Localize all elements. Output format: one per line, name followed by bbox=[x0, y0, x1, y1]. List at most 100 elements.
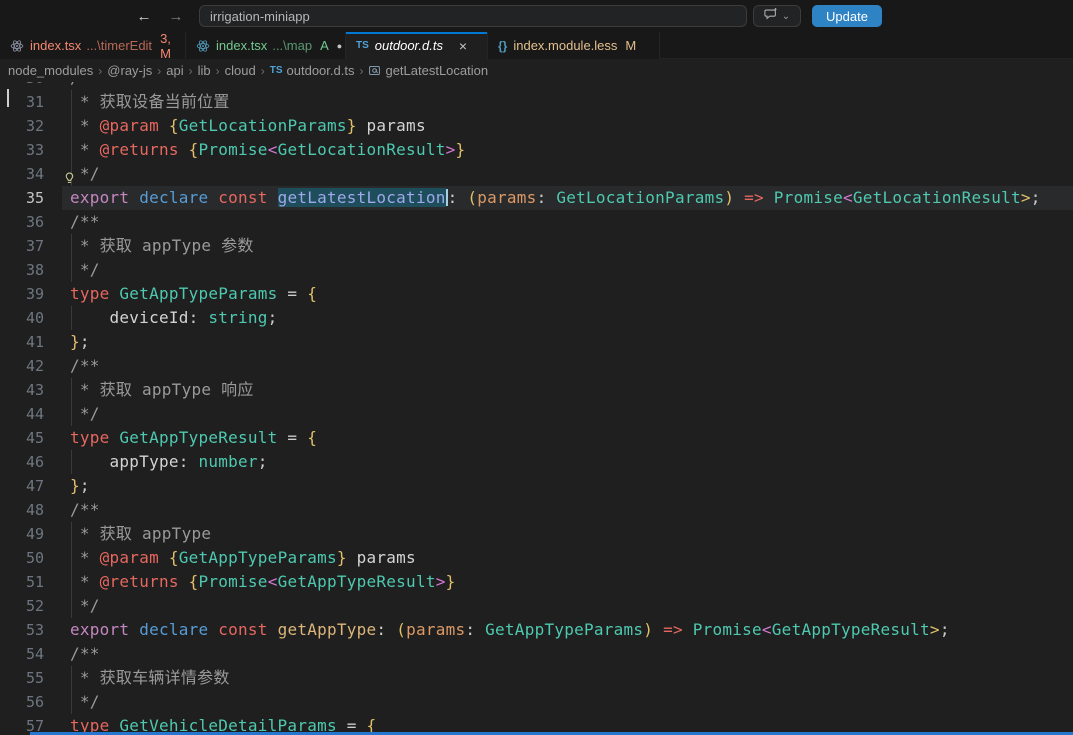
code-line[interactable]: 37 * 获取 appType 参数 bbox=[0, 234, 1073, 258]
code-line[interactable]: 47}; bbox=[0, 474, 1073, 498]
line-number[interactable]: 31 bbox=[0, 90, 44, 114]
code-text: /** bbox=[70, 642, 100, 666]
code-line[interactable]: 44 */ bbox=[0, 402, 1073, 426]
breadcrumb-item-node-modules[interactable]: node_modules bbox=[8, 63, 93, 78]
code-line[interactable]: 50 * @param {GetAppTypeParams} params bbox=[0, 546, 1073, 570]
code-text: * 获取设备当前位置 bbox=[70, 90, 230, 114]
code-text: }; bbox=[70, 330, 90, 354]
tab-detail: ...\timerEdit bbox=[86, 38, 152, 53]
line-number[interactable]: 38 bbox=[0, 258, 44, 282]
code-line[interactable]: 45 type GetAppTypeResult = { bbox=[0, 426, 1073, 450]
code-line[interactable]: 52 */ bbox=[0, 594, 1073, 618]
code-line[interactable]: 49 * 获取 appType bbox=[0, 522, 1073, 546]
breadcrumb-item--ray-js[interactable]: @ray-js bbox=[107, 63, 152, 78]
line-number[interactable]: 54 bbox=[0, 642, 44, 666]
line-number[interactable]: 33 bbox=[0, 138, 44, 162]
code-text: appType: number; bbox=[70, 450, 268, 474]
breadcrumb-separator: › bbox=[261, 64, 265, 78]
code-line[interactable]: 35 export declare const getLatestLocation… bbox=[0, 186, 1073, 210]
code-line[interactable]: 43 * 获取 appType 响应 bbox=[0, 378, 1073, 402]
code-text: */ bbox=[70, 690, 100, 714]
tab-index-tsx-map[interactable]: index.tsx...\mapA● bbox=[186, 32, 346, 59]
tab-outdoor-d-ts[interactable]: TSoutdoor.d.ts× bbox=[346, 32, 488, 59]
code-text: * 获取车辆详情参数 bbox=[70, 666, 230, 690]
copilot-chat-button[interactable]: ⌄ bbox=[753, 5, 801, 27]
code-text: /** bbox=[70, 498, 100, 522]
line-number[interactable]: 45 bbox=[0, 426, 44, 450]
code-text: export declare const getLatestLocation: … bbox=[70, 186, 1041, 210]
code-line[interactable]: 34 */ bbox=[0, 162, 1073, 186]
line-number[interactable]: 47 bbox=[0, 474, 44, 498]
code-line[interactable]: 36 /** bbox=[0, 210, 1073, 234]
line-number[interactable]: 51 bbox=[0, 570, 44, 594]
typescript-icon: TS bbox=[270, 65, 283, 76]
line-number[interactable]: 37 bbox=[0, 234, 44, 258]
tab-label: index.tsx bbox=[216, 38, 267, 53]
breadcrumb-item-lib[interactable]: lib bbox=[198, 63, 211, 78]
line-number[interactable]: 43 bbox=[0, 378, 44, 402]
unsaved-dot-icon: ● bbox=[337, 41, 342, 51]
code-line[interactable]: 30/** bbox=[0, 82, 1073, 90]
close-icon[interactable]: × bbox=[455, 38, 471, 54]
line-number[interactable]: 42 bbox=[0, 354, 44, 378]
code-text: * @returns {Promise<GetLocationResult>} bbox=[70, 138, 465, 162]
code-line[interactable]: 54 /** bbox=[0, 642, 1073, 666]
line-number[interactable]: 41 bbox=[0, 330, 44, 354]
line-number[interactable]: 36 bbox=[0, 210, 44, 234]
code-text: * 获取 appType 响应 bbox=[70, 378, 254, 402]
code-line[interactable]: 48 /** bbox=[0, 498, 1073, 522]
line-number[interactable]: 53 bbox=[0, 618, 44, 642]
code-line[interactable]: 38 */ bbox=[0, 258, 1073, 282]
breadcrumb-item-outdoor-d-ts[interactable]: TS outdoor.d.ts bbox=[270, 63, 355, 78]
tab-label: outdoor.d.ts bbox=[375, 38, 443, 53]
code-line[interactable]: 46 appType: number; bbox=[0, 450, 1073, 474]
line-number[interactable]: 48 bbox=[0, 498, 44, 522]
code-line[interactable]: 31 * 获取设备当前位置 bbox=[0, 90, 1073, 114]
breadcrumb-item-api[interactable]: api bbox=[166, 63, 183, 78]
code-line[interactable]: 53export declare const getAppType: (para… bbox=[0, 618, 1073, 642]
search-text: irrigation-miniapp bbox=[210, 9, 310, 24]
breadcrumb-item-getlatestlocation[interactable]: getLatestLocation bbox=[368, 63, 488, 78]
line-number[interactable]: 49 bbox=[0, 522, 44, 546]
back-icon[interactable]: ← bbox=[133, 8, 155, 25]
code-line[interactable]: 41}; bbox=[0, 330, 1073, 354]
code-line[interactable]: 40 deviceId: string; bbox=[0, 306, 1073, 330]
breadcrumb-label: cloud bbox=[225, 63, 256, 78]
code-line[interactable]: 55 * 获取车辆详情参数 bbox=[0, 666, 1073, 690]
forward-icon[interactable]: → bbox=[165, 8, 187, 25]
tab-index-module-less[interactable]: {}index.module.lessM bbox=[488, 32, 660, 59]
line-number[interactable]: 40 bbox=[0, 306, 44, 330]
command-center-search[interactable]: irrigation-miniapp bbox=[199, 5, 747, 27]
line-number[interactable]: 39 bbox=[0, 282, 44, 306]
line-number[interactable]: 52 bbox=[0, 594, 44, 618]
line-number[interactable]: 34 bbox=[0, 162, 44, 186]
line-number[interactable]: 44 bbox=[0, 402, 44, 426]
code-line[interactable]: 33 * @returns {Promise<GetLocationResult… bbox=[0, 138, 1073, 162]
line-number[interactable]: 32 bbox=[0, 114, 44, 138]
code-text: /** bbox=[70, 210, 100, 234]
code-area: 30/**31 * 获取设备当前位置32 * @param {GetLocati… bbox=[0, 82, 1073, 735]
line-number[interactable]: 55 bbox=[0, 666, 44, 690]
code-text: */ bbox=[70, 594, 100, 618]
tab-index-tsx-timeredit[interactable]: index.tsx...\timerEdit3, M bbox=[0, 32, 186, 59]
code-line[interactable]: 39type GetAppTypeParams = { bbox=[0, 282, 1073, 306]
code-text: /** bbox=[70, 354, 100, 378]
tab-detail: ...\map bbox=[272, 38, 312, 53]
breadcrumb-item-cloud[interactable]: cloud bbox=[225, 63, 256, 78]
line-number[interactable]: 56 bbox=[0, 690, 44, 714]
code-line[interactable]: 42 /** bbox=[0, 354, 1073, 378]
line-number[interactable]: 46 bbox=[0, 450, 44, 474]
breadcrumb-label: api bbox=[166, 63, 183, 78]
breadcrumb-label: node_modules bbox=[8, 63, 93, 78]
code-text: type GetAppTypeResult = { bbox=[70, 426, 317, 450]
update-button[interactable]: Update bbox=[812, 5, 882, 27]
line-number[interactable]: 35 bbox=[0, 186, 44, 210]
code-line[interactable]: 51 * @returns {Promise<GetAppTypeResult>… bbox=[0, 570, 1073, 594]
line-number[interactable]: 30 bbox=[0, 82, 44, 90]
code-line[interactable]: 32 * @param {GetLocationParams} params bbox=[0, 114, 1073, 138]
breadcrumb-label: outdoor.d.ts bbox=[287, 63, 355, 78]
code-line[interactable]: 56 */ bbox=[0, 690, 1073, 714]
code-editor[interactable]: 30/**31 * 获取设备当前位置32 * @param {GetLocati… bbox=[0, 82, 1073, 735]
line-number[interactable]: 50 bbox=[0, 546, 44, 570]
tab-label: index.module.less bbox=[513, 38, 617, 53]
